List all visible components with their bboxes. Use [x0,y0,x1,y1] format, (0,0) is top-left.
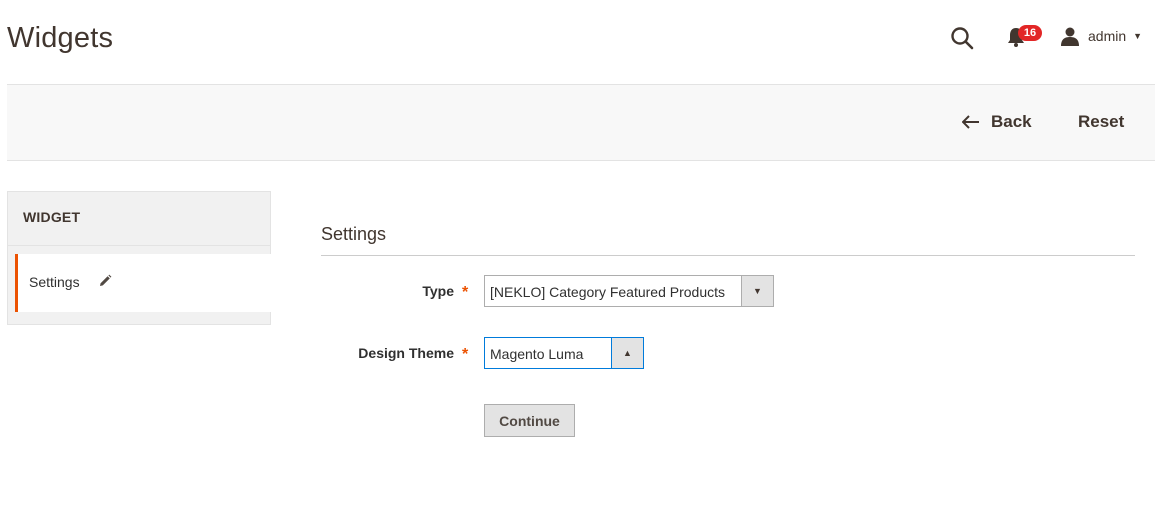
sidebar-title: WIDGET [23,209,81,225]
user-name: admin [1088,28,1127,44]
page-actions-bar: Back Reset [7,84,1155,161]
divider [8,245,270,246]
design-theme-label: Design Theme [358,345,454,361]
back-button-label: Back [991,112,1032,131]
arrow-left-icon [962,115,979,129]
section-title: Settings [321,224,387,244]
design-theme-select-value: Magento Luma [490,346,584,362]
search-icon[interactable] [950,26,974,50]
user-icon [1061,27,1079,46]
type-select-value: [NEKLO] Category Featured Products [490,284,725,300]
required-mark: * [462,284,469,301]
page: Widgets 16 admin ▼ Back Reset WIDGET Set… [0,0,1157,513]
sidebar: WIDGET Settings [7,191,271,325]
continue-button[interactable]: Continue [484,404,575,437]
chevron-down-icon: ▼ [741,276,773,306]
type-label: Type [422,283,454,299]
type-select[interactable]: [NEKLO] Category Featured Products ▼ [484,275,774,307]
reset-button[interactable]: Reset [1078,110,1124,134]
notification-badge[interactable]: 16 [1018,25,1042,41]
sidebar-item-settings[interactable]: Settings [15,254,271,312]
caret-down-icon: ▼ [1133,31,1143,41]
design-theme-select[interactable]: Magento Luma ▲ [484,337,644,369]
sidebar-item-label: Settings [29,274,80,290]
back-button[interactable]: Back [962,110,1032,134]
divider [321,255,1135,256]
pencil-icon [100,274,112,286]
page-title: Widgets [7,22,114,54]
chevron-up-icon: ▲ [611,338,643,368]
user-menu[interactable]: admin ▼ [1060,25,1142,47]
required-mark: * [462,346,469,363]
